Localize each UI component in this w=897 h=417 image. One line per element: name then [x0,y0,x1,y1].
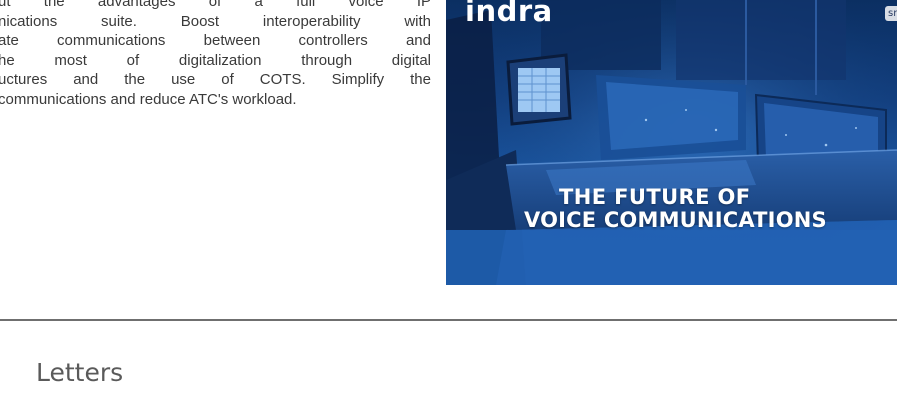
article-text-line: communications and reduce ATC's workload… [0,90,297,108]
section-divider [0,319,897,321]
article-text-line: uctures and the use of COTS. Simplify th… [0,71,431,89]
video-headline-line: VOICE COMMUNICATIONS [524,208,827,232]
control-room-image [446,0,897,285]
video-headline-line: THE FUTURE OF [559,185,751,209]
brand-logo: indra [465,0,553,28]
article-body-text: ut the advantages of a full voice IP nic… [0,0,431,110]
channel-badge: sr [885,6,897,21]
video-headline: THE FUTURE OF VOICE COMMUNICATIONS [524,186,897,232]
article-text-line: ut the advantages of a full voice IP [0,0,431,10]
article-text-line: nications suite. Boost interoperability … [0,12,431,30]
article-text-line: he most of digitalization through digita… [0,51,431,69]
article-text-line: ate communications between controllers a… [0,32,431,50]
section-heading-letters: Letters [36,358,124,387]
video-thumbnail[interactable]: indra sr THE FUTURE OF VOICE COMMUNICATI… [446,0,897,285]
